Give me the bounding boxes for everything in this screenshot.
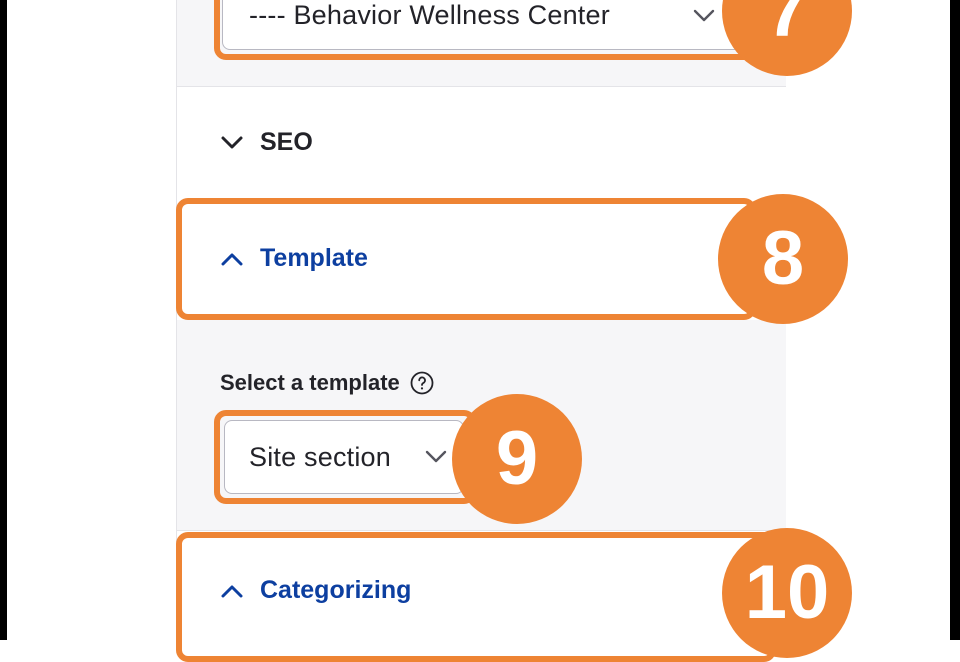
template-field-label-text: Select a template	[220, 370, 400, 395]
callout-highlight-9	[214, 410, 476, 504]
callout-badge-8: 8	[718, 194, 848, 324]
seo-section-label: SEO	[260, 128, 313, 156]
frame-border-left	[0, 0, 7, 640]
callout-badge-9: 9	[452, 394, 582, 524]
callout-highlight-8	[176, 198, 756, 320]
callout-highlight-7	[214, 0, 764, 60]
frame-border-right	[950, 0, 960, 640]
seo-section-toggle[interactable]: SEO	[220, 128, 313, 157]
callout-highlight-10	[176, 532, 776, 662]
help-circle-icon[interactable]	[410, 371, 434, 395]
template-field-label: Select a template	[220, 370, 434, 396]
callout-badge-10: 10	[722, 528, 852, 658]
chevron-down-icon	[221, 136, 243, 148]
